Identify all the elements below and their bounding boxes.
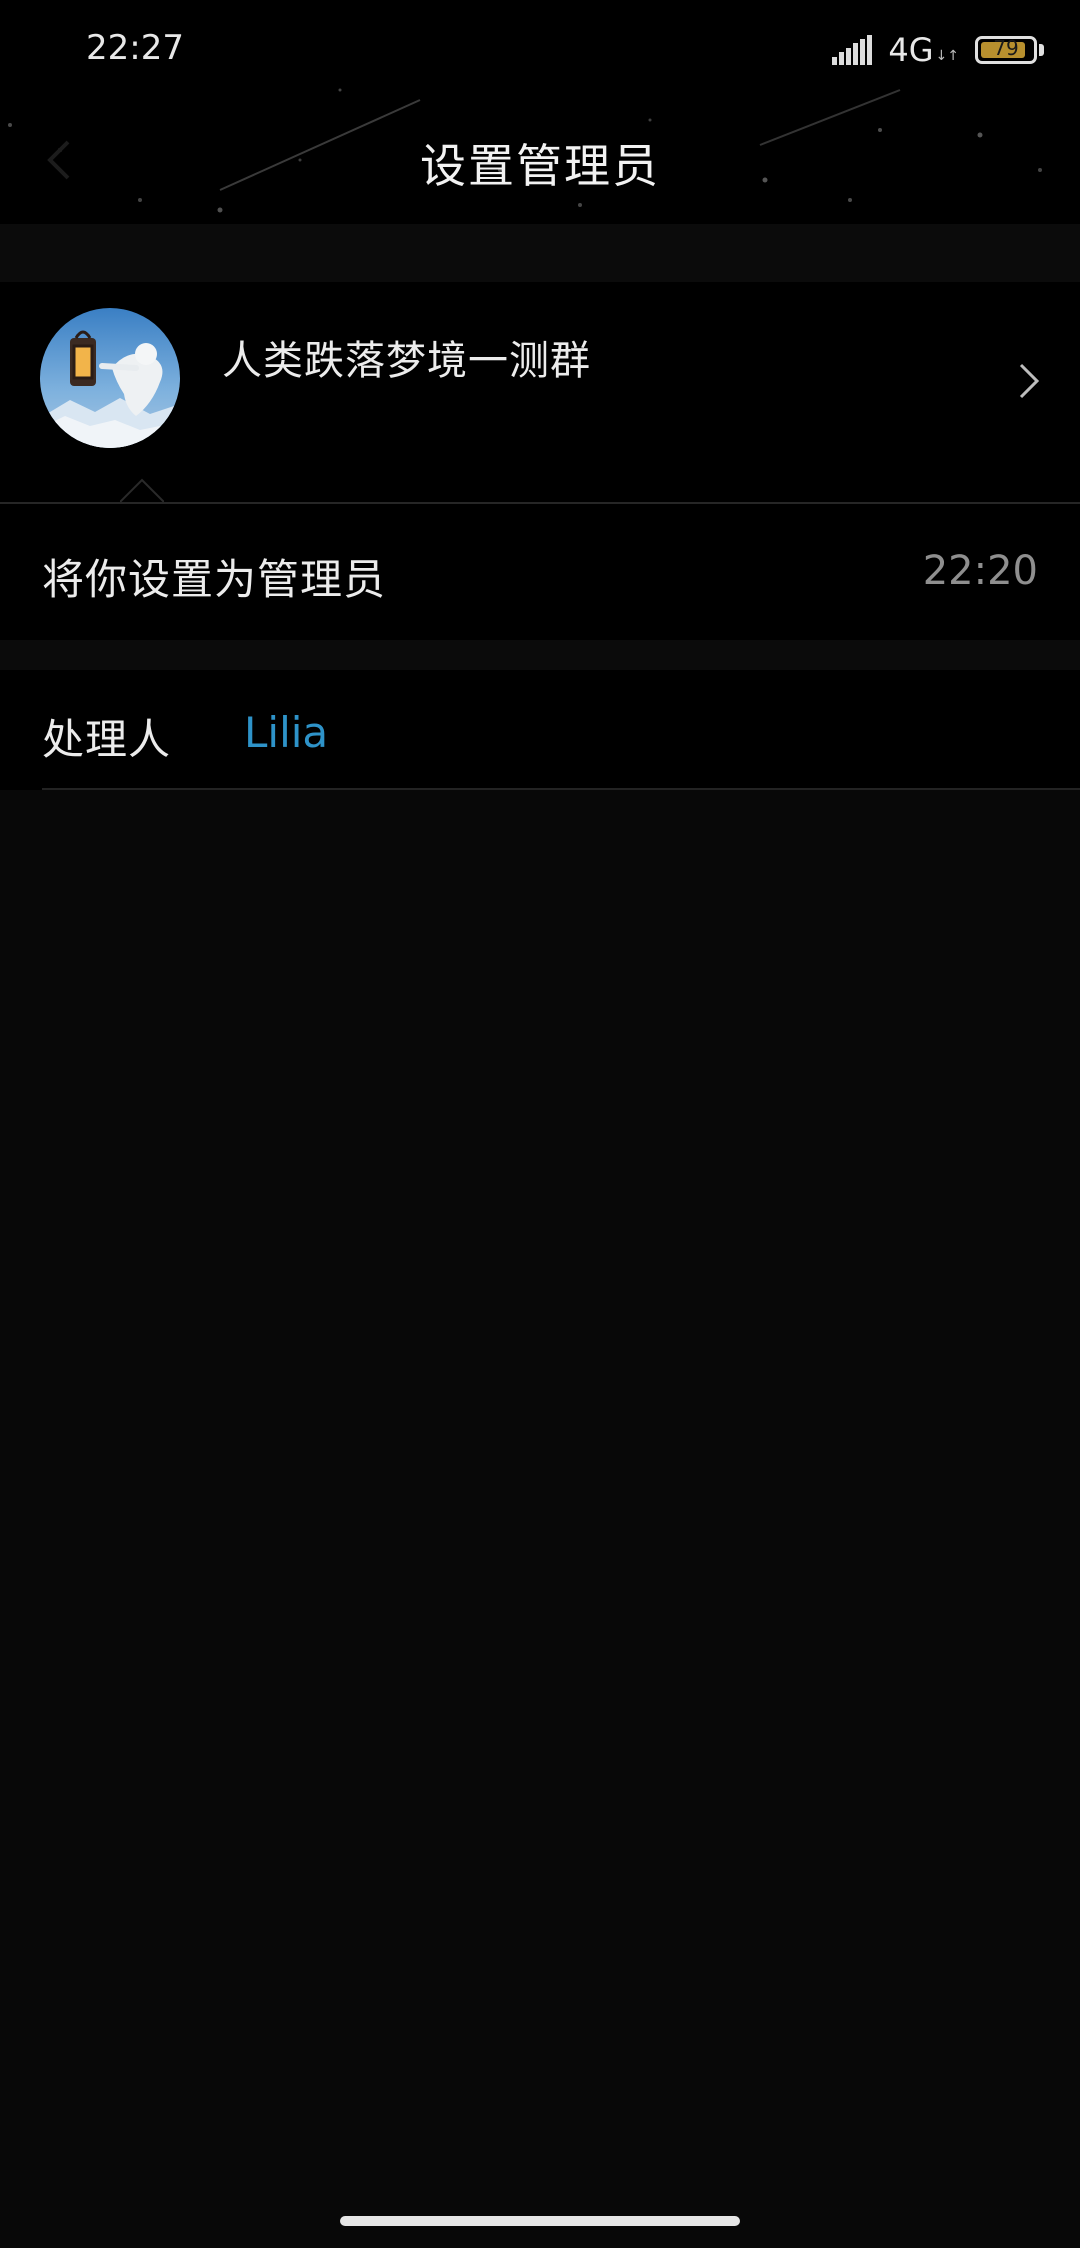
chevron-right-icon[interactable]	[1018, 362, 1040, 400]
handler-label: 处理人	[42, 715, 172, 764]
group-name: 人类跌落梦境一测群	[222, 338, 591, 384]
group-card[interactable]: 人类跌落梦境一测群	[0, 282, 1080, 503]
home-indicator[interactable]	[340, 2216, 740, 2226]
group-avatar	[40, 308, 180, 448]
notice-time: 22:20	[922, 548, 1038, 594]
battery-tip	[1039, 44, 1044, 56]
pointer-arrow	[120, 478, 164, 503]
status-time: 22:27	[86, 28, 184, 68]
divider	[42, 788, 1080, 790]
status-indicators: 4G ↓↑ 79	[832, 30, 1044, 70]
handler-name-link[interactable]: Lilia	[244, 708, 328, 757]
section-gap	[0, 224, 1080, 282]
section-gap	[0, 640, 1080, 670]
notice-text: 将你设置为管理员	[42, 555, 387, 604]
app-header: 22:27 4G ↓↑ 79 设置管理员	[0, 0, 1080, 224]
handler-row: 处理人 Lilia	[0, 670, 1080, 790]
network-activity-icon: ↓↑	[935, 48, 959, 64]
signal-icon	[832, 35, 873, 65]
page-title: 设置管理员	[420, 139, 660, 193]
battery-icon: 79	[975, 36, 1037, 64]
admin-notice-row: 将你设置为管理员 22:20	[0, 504, 1080, 640]
network-type: 4G	[888, 31, 934, 69]
avatar-image	[40, 308, 180, 448]
battery-percent: 79	[993, 36, 1019, 60]
